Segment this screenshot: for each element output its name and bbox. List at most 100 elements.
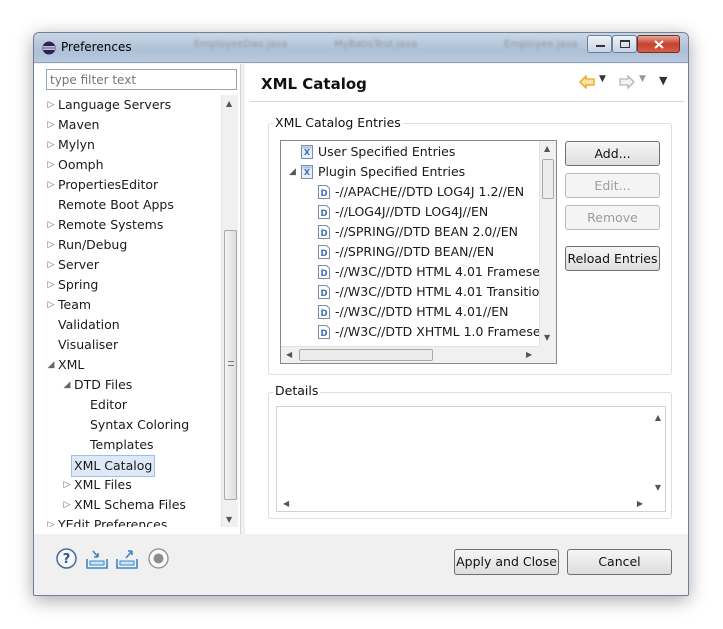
catalog-entry[interactable]: D -//W3C//DTD HTML 4.01 Transitional//EN bbox=[318, 282, 556, 302]
record-icon[interactable] bbox=[148, 548, 169, 569]
catalog-entry-label: -//SPRING//DTD BEAN 2.0//EN bbox=[335, 224, 518, 239]
scroll-right-icon[interactable]: ▶ bbox=[637, 499, 643, 508]
catalog-entry[interactable]: D -//W3C//DTD XHTML 1.0 Frameset//EN bbox=[318, 322, 557, 342]
catalog-entries-tree[interactable]: X User Specified Entries ◢ X Plugin Specifie… bbox=[280, 140, 557, 364]
tree-item-label: Run/Debug bbox=[58, 237, 128, 252]
svg-text:X: X bbox=[304, 148, 311, 157]
catalog-entries-group-label: XML Catalog Entries bbox=[273, 115, 403, 130]
catalog-entry-label: User Specified Entries bbox=[318, 144, 456, 159]
tree-item-label: Spring bbox=[58, 277, 99, 292]
forward-dropdown-icon[interactable]: ▼ bbox=[639, 74, 646, 84]
export-icon[interactable] bbox=[116, 549, 138, 569]
catalog-horizontal-scrollbar[interactable]: ◀ ▶ bbox=[281, 346, 539, 363]
preferences-window: Preferences EmployeeDao.java MyBatisTest… bbox=[33, 32, 689, 596]
svg-text:D: D bbox=[320, 329, 327, 339]
close-icon bbox=[654, 40, 664, 49]
collapsed-twisty-icon[interactable]: ▷ bbox=[46, 255, 56, 275]
catalog-entry[interactable]: D -//APACHE//DTD LOG4J 1.2//EN bbox=[318, 182, 524, 202]
catalog-entry-label: -//W3C//DTD HTML 4.01 Transitional//EN bbox=[335, 284, 556, 299]
svg-text:X: X bbox=[304, 168, 311, 177]
maximize-button[interactable] bbox=[612, 35, 637, 53]
cancel-button[interactable]: Cancel bbox=[567, 549, 672, 575]
page-title: XML Catalog bbox=[261, 75, 367, 93]
scroll-down-icon[interactable]: ▼ bbox=[655, 483, 661, 492]
scroll-thumb[interactable] bbox=[299, 349, 433, 361]
tree-item-label: Syntax Coloring bbox=[90, 417, 190, 432]
scroll-up-icon[interactable]: ▲ bbox=[655, 413, 661, 422]
preference-tree[interactable]: ▷ Language Servers ▷ Maven ▷ Mylyn ▷ Oomph ▷ Prop… bbox=[46, 95, 236, 527]
svg-text:D: D bbox=[320, 229, 327, 239]
catalog-entry-label: -//W3C//DTD HTML 4.01//EN bbox=[335, 304, 509, 319]
collapsed-twisty-icon[interactable]: ▷ bbox=[46, 175, 56, 195]
catalog-entry[interactable]: D -//W3C//DTD HTML 4.01 Frameset//EN bbox=[318, 262, 557, 282]
forward-arrow-icon[interactable] bbox=[619, 75, 635, 89]
scroll-left-icon[interactable]: ◀ bbox=[286, 350, 292, 359]
tree-item-label: Mylyn bbox=[58, 137, 95, 152]
tree-item-label: Remote Boot Apps bbox=[58, 197, 174, 212]
expanded-twisty-icon[interactable]: ◢ bbox=[289, 162, 296, 182]
minimize-button[interactable] bbox=[587, 35, 612, 53]
catalog-entry[interactable]: D -//SPRING//DTD BEAN//EN bbox=[318, 242, 494, 262]
catalog-entry[interactable]: ◢ X Plugin Specified Entries bbox=[289, 162, 465, 182]
scroll-up-icon[interactable]: ▲ bbox=[544, 144, 550, 153]
dtd-file-icon: D bbox=[318, 204, 330, 219]
filter-input[interactable] bbox=[46, 69, 237, 90]
dtd-file-icon: D bbox=[318, 244, 330, 259]
add-button[interactable]: Add... bbox=[565, 141, 660, 166]
reload-entries-button[interactable]: Reload Entries bbox=[565, 246, 660, 271]
remove-button[interactable]: Remove bbox=[565, 205, 660, 230]
scroll-down-icon[interactable]: ▼ bbox=[226, 515, 232, 524]
scroll-down-icon[interactable]: ▼ bbox=[544, 333, 550, 342]
catalog-entry-label: -//W3C//DTD HTML 4.01 Frameset//EN bbox=[335, 264, 557, 279]
title-bar[interactable]: Preferences EmployeeDao.java MyBatisTest… bbox=[34, 33, 688, 63]
scroll-left-icon[interactable]: ◀ bbox=[283, 499, 289, 508]
sidebar-sash[interactable] bbox=[240, 64, 245, 534]
catalog-vertical-scrollbar[interactable]: ▲ ▼ bbox=[539, 141, 556, 346]
tree-item-label: Visualiser bbox=[58, 337, 119, 352]
svg-text:?: ? bbox=[63, 552, 71, 567]
details-text-area[interactable]: ▲ ▼ ◀ ▶ bbox=[276, 406, 666, 512]
svg-text:D: D bbox=[320, 189, 327, 199]
import-icon[interactable] bbox=[86, 549, 108, 569]
close-button[interactable] bbox=[637, 35, 680, 53]
tree-item-label: Templates bbox=[90, 437, 154, 452]
tree-item-label: XML Catalog bbox=[71, 455, 156, 477]
apply-and-close-button[interactable]: Apply and Close bbox=[454, 549, 559, 575]
collapsed-twisty-icon[interactable]: ▷ bbox=[46, 275, 56, 295]
scroll-thumb[interactable] bbox=[224, 230, 237, 500]
scroll-thumb[interactable] bbox=[542, 159, 554, 199]
catalog-entry[interactable]: D -//LOG4J//DTD LOG4J//EN bbox=[318, 202, 488, 222]
svg-text:D: D bbox=[320, 289, 327, 299]
catalog-entry-label: -//LOG4J//DTD LOG4J//EN bbox=[335, 204, 489, 219]
scroll-right-icon[interactable]: ▶ bbox=[526, 350, 532, 359]
preference-tree-scrollbar[interactable]: ▲ ▼ bbox=[221, 95, 238, 527]
collapsed-twisty-icon[interactable]: ▷ bbox=[46, 235, 56, 255]
grip-icon bbox=[228, 361, 234, 366]
catalog-entry[interactable]: X User Specified Entries bbox=[301, 142, 455, 162]
collapsed-twisty-icon[interactable]: ▷ bbox=[46, 155, 56, 175]
catalog-entry-label: -//W3C//DTD XHTML 1.0 Frameset//EN bbox=[335, 324, 557, 339]
back-arrow-icon[interactable] bbox=[579, 75, 595, 89]
catalog-entry[interactable]: D -//W3C//DTD HTML 4.01//EN bbox=[318, 302, 509, 322]
collapsed-twisty-icon[interactable]: ▷ bbox=[46, 295, 56, 315]
svg-text:D: D bbox=[320, 269, 327, 279]
view-menu-icon[interactable]: ▼ bbox=[659, 74, 667, 87]
collapsed-twisty-icon[interactable]: ▷ bbox=[46, 95, 56, 115]
svg-text:D: D bbox=[320, 249, 327, 259]
dtd-file-icon: D bbox=[318, 284, 330, 299]
edit-button[interactable]: Edit... bbox=[565, 173, 660, 198]
collapsed-twisty-icon[interactable]: ▷ bbox=[62, 475, 72, 495]
collapsed-twisty-icon[interactable]: ▷ bbox=[46, 515, 56, 527]
collapsed-twisty-icon[interactable]: ▷ bbox=[46, 135, 56, 155]
expanded-twisty-icon[interactable]: ◢ bbox=[46, 355, 56, 375]
collapsed-twisty-icon[interactable]: ▷ bbox=[46, 215, 56, 235]
catalog-entry[interactable]: D -//SPRING//DTD BEAN 2.0//EN bbox=[318, 222, 518, 242]
collapsed-twisty-icon[interactable]: ▷ bbox=[62, 495, 72, 515]
window-title: Preferences bbox=[61, 40, 132, 54]
help-icon[interactable]: ? bbox=[56, 548, 77, 569]
collapsed-twisty-icon[interactable]: ▷ bbox=[46, 115, 56, 135]
scroll-up-icon[interactable]: ▲ bbox=[226, 99, 232, 108]
expanded-twisty-icon[interactable]: ◢ bbox=[62, 375, 72, 395]
back-dropdown-icon[interactable]: ▼ bbox=[599, 74, 606, 84]
eclipse-icon bbox=[42, 41, 56, 55]
